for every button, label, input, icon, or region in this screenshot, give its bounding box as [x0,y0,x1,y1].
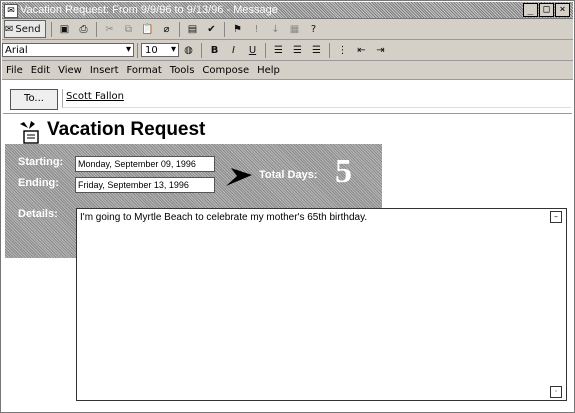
send-label: Send [15,23,41,35]
save-icon[interactable]: ▣ [57,21,72,37]
toolbar-separator [137,42,138,58]
total-days-value: 5 [335,153,352,190]
window-controls: _ □ × [523,3,570,17]
menu-edit[interactable]: Edit [31,65,50,76]
formatting-toolbar: Arial 10 ◍ B I U ☰ ☰ ☰ ⋮ ⇤ ⇥ [2,40,573,61]
minimize-button[interactable]: _ [523,3,538,17]
color-icon[interactable]: ◍ [181,42,196,58]
header-divider [3,113,572,114]
starting-date-field[interactable]: Monday, September 09, 1996 [75,156,215,172]
center-icon[interactable]: ☰ [290,42,305,58]
print-icon[interactable]: ⎙ [76,21,91,37]
italic-icon[interactable]: I [226,42,241,58]
details-text: I'm going to Myrtle Beach to celebrate m… [80,212,368,223]
details-label: Details: [18,208,58,220]
close-button[interactable]: × [555,3,570,17]
ending-label: Ending: [18,177,59,189]
send-button[interactable]: ✉ Send [4,20,46,38]
toolbar-separator [265,42,266,58]
importance-low-icon[interactable]: ↓ [268,21,283,37]
ending-date-field[interactable]: Friday, September 13, 1996 [75,177,215,193]
form-title: Vacation Request [47,119,206,140]
font-size-select[interactable]: 10 [141,43,179,57]
toolbar-separator [329,42,330,58]
menu-compose[interactable]: Compose [202,65,249,76]
message-window: ✉ Vacation Request: From 9/9/96 to 9/13/… [0,0,575,413]
copy-icon[interactable]: ⧉ [121,21,136,37]
to-button[interactable]: To... [10,89,58,110]
to-recipient: Scott Fallon [66,91,124,102]
font-select[interactable]: Arial [2,43,134,57]
starting-label: Starting: [18,156,64,168]
toolbar-separator [96,21,97,37]
attach-icon[interactable]: ⌀ [159,21,174,37]
to-row: To... Scott Fallon [1,85,574,110]
address-book-icon[interactable]: ▤ [185,21,200,37]
details-textarea[interactable]: I'm going to Myrtle Beach to celebrate m… [76,208,567,401]
bullets-icon[interactable]: ⋮ [335,42,350,58]
bold-icon[interactable]: B [207,42,222,58]
check-names-icon[interactable]: ✔ [204,21,219,37]
send-icon: ✉ [5,23,14,35]
menu-view[interactable]: View [58,65,82,76]
to-field[interactable]: Scott Fallon [62,89,571,108]
vacation-form-icon [20,121,39,144]
menu-tools[interactable]: Tools [170,65,195,76]
help-icon[interactable]: ? [306,21,321,37]
menu-file[interactable]: File [6,65,23,76]
paste-icon[interactable]: 📋 [140,21,155,37]
properties-icon[interactable]: ▦ [287,21,302,37]
maximize-button[interactable]: □ [539,3,554,17]
toolbar-separator [201,42,202,58]
toolbar-separator [51,21,52,37]
window-title: Vacation Request: From 9/9/96 to 9/13/96… [20,4,278,16]
scroll-down-icon[interactable]: · [550,386,562,398]
standard-toolbar: ✉ Send ▣ ⎙ ✂ ⧉ 📋 ⌀ ▤ ✔ ⚑ ! ↓ ▦ ? [2,19,573,40]
menu-help[interactable]: Help [257,65,280,76]
align-right-icon[interactable]: ☰ [309,42,324,58]
importance-high-icon[interactable]: ! [249,21,264,37]
toolbar-separator [179,21,180,37]
cut-icon[interactable]: ✂ [102,21,117,37]
align-left-icon[interactable]: ☰ [271,42,286,58]
menu-insert[interactable]: Insert [90,65,119,76]
menu-bar: File Edit View Insert Format Tools Compo… [2,61,573,80]
underline-icon[interactable]: U [245,42,260,58]
title-bar: ✉ Vacation Request: From 9/9/96 to 9/13/… [2,2,573,19]
arrow-icon [226,168,252,186]
envelope-icon: ✉ [4,4,18,18]
menu-format[interactable]: Format [127,65,162,76]
total-days-label: Total Days: [259,169,318,181]
toolbar-separator [224,21,225,37]
increase-indent-icon[interactable]: ⇥ [373,42,388,58]
decrease-indent-icon[interactable]: ⇤ [354,42,369,58]
scroll-up-icon[interactable]: – [550,211,562,223]
flag-icon[interactable]: ⚑ [230,21,245,37]
